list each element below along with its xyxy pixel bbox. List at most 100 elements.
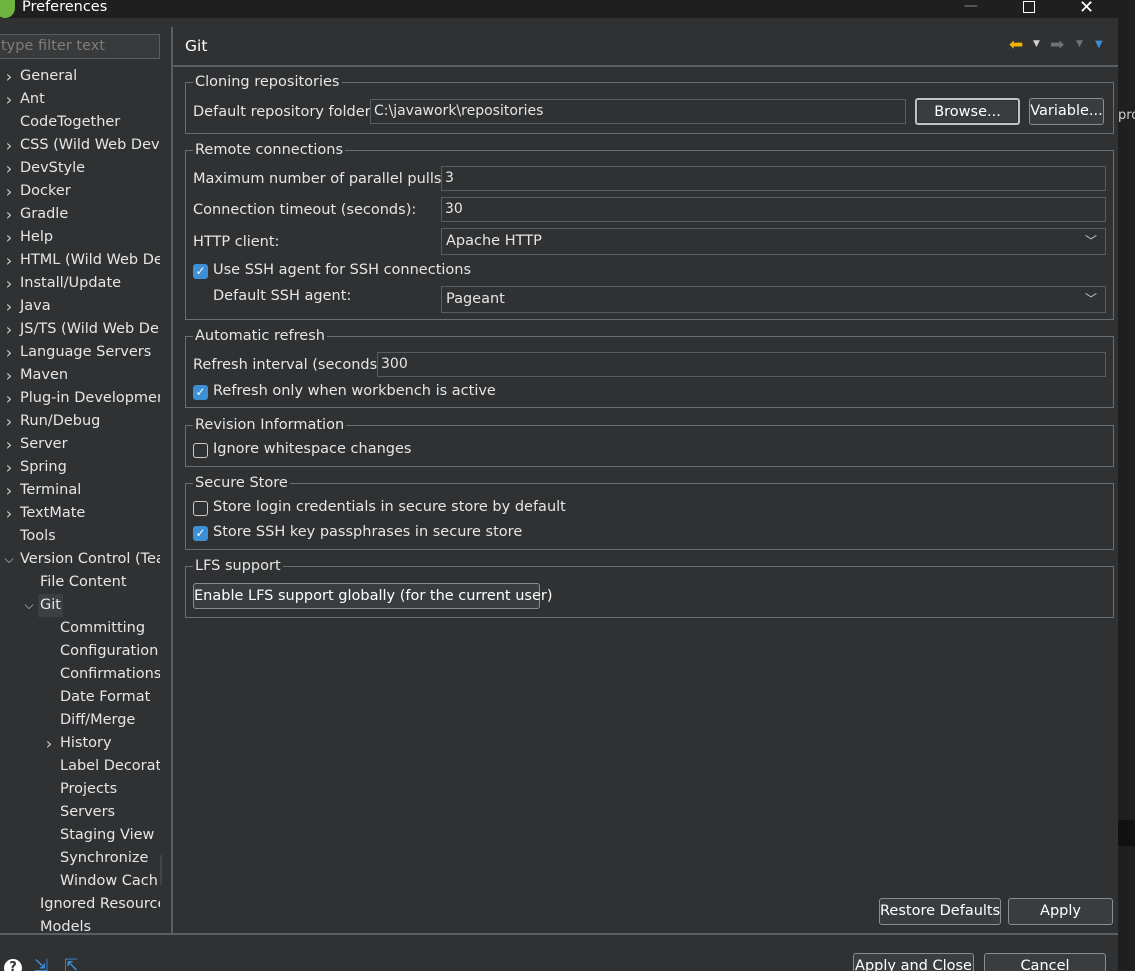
tree-item-label: Ant — [20, 91, 45, 107]
tree-item[interactable]: › CSS (Wild Web Dev — [0, 134, 160, 157]
tree-item[interactable]: › Terminal — [0, 479, 160, 502]
chevron-right-icon[interactable]: › — [3, 226, 15, 249]
tree-item-label: Projects — [60, 781, 118, 797]
chevron-right-icon[interactable]: › — [3, 341, 15, 364]
ignore-whitespace-checkbox[interactable] — [193, 443, 208, 458]
tree-item[interactable]: ⌵ Git — [0, 594, 160, 617]
forward-menu-chevron-icon[interactable]: ▼ — [1076, 39, 1083, 49]
tree-item[interactable]: Tools — [0, 525, 160, 548]
filter-input[interactable]: type filter text — [0, 34, 160, 59]
browse-button[interactable]: Browse... — [915, 98, 1020, 125]
apply-and-close-button[interactable]: Apply and Close — [853, 953, 974, 971]
chevron-down-icon[interactable]: ⌵ — [23, 594, 35, 617]
chevron-right-icon[interactable]: › — [3, 318, 15, 341]
tree-item[interactable]: Confirmations — [0, 663, 160, 686]
tree-item[interactable]: › JS/TS (Wild Web De — [0, 318, 160, 341]
chevron-right-icon[interactable]: › — [3, 364, 15, 387]
ssh-agent-checkbox[interactable]: ✓ — [193, 264, 208, 279]
tree-item[interactable]: Ignored Resource — [0, 893, 160, 916]
chevron-right-icon[interactable]: › — [3, 88, 15, 111]
repo-folder-input[interactable]: C:\javawork\repositories — [370, 99, 906, 124]
git-preference-page: Git ⬅ ▼ ➡ ▼ ▼ Cloning repositories Defau… — [173, 27, 1118, 933]
back-menu-chevron-icon[interactable]: ▼ — [1033, 39, 1040, 49]
tree-item[interactable]: › Language Servers — [0, 341, 160, 364]
tree-item[interactable]: › TextMate — [0, 502, 160, 525]
chevron-down-icon[interactable]: ⌵ — [3, 548, 15, 571]
tree-item[interactable]: Diff/Merge — [0, 709, 160, 732]
tree-item[interactable]: Synchronize — [0, 847, 160, 870]
tree-item[interactable]: › Help — [0, 226, 160, 249]
chevron-right-icon[interactable]: › — [43, 732, 55, 755]
chevron-right-icon[interactable]: › — [3, 479, 15, 502]
tree-item[interactable]: › Maven — [0, 364, 160, 387]
connection-timeout-input[interactable]: 30 — [441, 197, 1106, 222]
chevron-right-icon[interactable]: › — [3, 272, 15, 295]
chevron-right-icon[interactable]: › — [3, 433, 15, 456]
refresh-interval-input[interactable]: 300 — [377, 352, 1106, 377]
store-login-checkbox[interactable] — [193, 501, 208, 516]
tree-item-label: Confirmations — [60, 666, 160, 682]
restore-defaults-button[interactable]: Restore Defaults — [879, 898, 1001, 925]
tree-item-label: File Content — [40, 574, 127, 590]
variable-button[interactable]: Variable... — [1029, 98, 1104, 125]
chevron-right-icon[interactable]: › — [3, 249, 15, 272]
maximize-icon[interactable] — [1023, 1, 1035, 13]
chevron-right-icon[interactable]: › — [3, 295, 15, 318]
tree-item[interactable]: › Docker — [0, 180, 160, 203]
chevron-right-icon[interactable]: › — [3, 65, 15, 88]
tree-item[interactable]: › General — [0, 65, 160, 88]
tree-item[interactable]: Staging View — [0, 824, 160, 847]
tree-item[interactable]: File Content — [0, 571, 160, 594]
apply-button[interactable]: Apply — [1008, 898, 1113, 925]
tree-item[interactable]: Committing — [0, 617, 160, 640]
tree-item[interactable]: › Plug-in Developmen — [0, 387, 160, 410]
tree-item-label: CodeTogether — [20, 114, 121, 130]
chevron-right-icon[interactable]: › — [3, 387, 15, 410]
view-menu-icon[interactable]: ▼ — [1095, 39, 1103, 50]
forward-arrow-icon[interactable]: ➡ — [1050, 35, 1064, 55]
store-ssh-checkbox[interactable]: ✓ — [193, 526, 208, 541]
default-ssh-agent-value: Pageant — [446, 291, 505, 307]
tree-item[interactable]: Date Format — [0, 686, 160, 709]
tree-item[interactable]: Window Cach — [0, 870, 160, 893]
close-icon[interactable]: ✕ — [1079, 0, 1094, 18]
tree-item[interactable]: › Run/Debug — [0, 410, 160, 433]
tree-item-label: TextMate — [20, 505, 86, 521]
tree-item[interactable]: › Ant — [0, 88, 160, 111]
tree-item[interactable]: › Spring — [0, 456, 160, 479]
tree-item[interactable]: › History — [0, 732, 160, 755]
chevron-right-icon[interactable]: › — [3, 157, 15, 180]
chevron-right-icon[interactable]: › — [3, 180, 15, 203]
tree-item[interactable]: › HTML (Wild Web De — [0, 249, 160, 272]
tree-item[interactable]: ⌵ Version Control (Tea — [0, 548, 160, 571]
chevron-right-icon[interactable]: › — [3, 134, 15, 157]
enable-lfs-button[interactable]: Enable LFS support globally (for the cur… — [193, 583, 553, 609]
background-window: pro — [1118, 18, 1135, 971]
tree-item[interactable]: Label Decorat — [0, 755, 160, 778]
tree-item[interactable]: › Java — [0, 295, 160, 318]
tree-item[interactable]: Configuration — [0, 640, 160, 663]
export-icon[interactable]: ⇱ — [64, 956, 78, 971]
tree-item[interactable]: Servers — [0, 801, 160, 824]
tree-item[interactable]: Models — [0, 916, 160, 933]
chevron-right-icon[interactable]: › — [3, 456, 15, 479]
cancel-button[interactable]: Cancel — [984, 953, 1106, 971]
tree-item[interactable]: › Install/Update — [0, 272, 160, 295]
tree-item[interactable]: Projects — [0, 778, 160, 801]
refresh-active-checkbox[interactable]: ✓ — [193, 385, 208, 400]
chevron-right-icon[interactable]: › — [3, 502, 15, 525]
tree-item[interactable]: › DevStyle — [0, 157, 160, 180]
parallel-pulls-input[interactable]: 3 — [441, 166, 1106, 191]
http-client-select[interactable]: Apache HTTP ﹀ — [441, 228, 1106, 255]
default-ssh-agent-select[interactable]: Pageant ﹀ — [441, 286, 1106, 313]
refresh-title: Automatic refresh — [193, 327, 327, 345]
tree-item[interactable]: › Gradle — [0, 203, 160, 226]
minimize-icon[interactable]: — — [964, 0, 978, 14]
import-icon[interactable]: ⇲ — [34, 956, 48, 971]
help-icon[interactable]: ? — [4, 959, 22, 971]
chevron-right-icon[interactable]: › — [3, 203, 15, 226]
chevron-right-icon[interactable]: › — [3, 410, 15, 433]
back-arrow-icon[interactable]: ⬅ — [1009, 35, 1023, 55]
tree-item[interactable]: › Server — [0, 433, 160, 456]
tree-item[interactable]: CodeTogether — [0, 111, 160, 134]
